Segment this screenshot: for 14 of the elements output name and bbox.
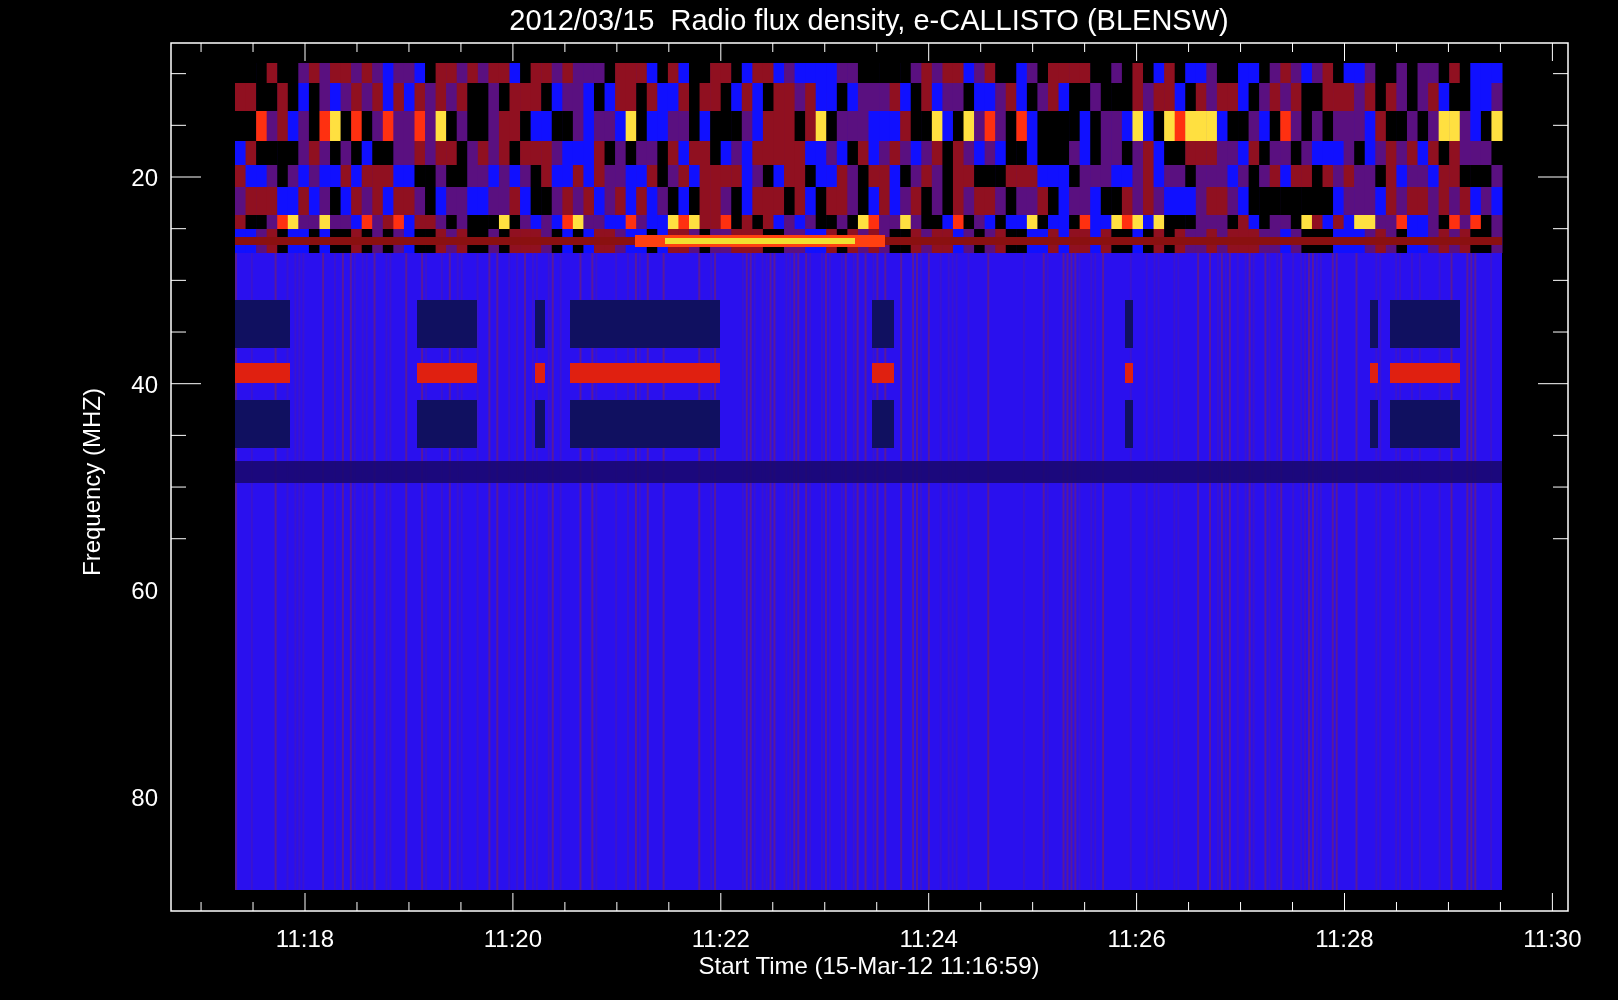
x-tick-label: 11:26 bbox=[1107, 925, 1166, 952]
x-tick-label: 11:20 bbox=[483, 925, 543, 952]
chart-title: 2012/03/15 Radio flux density, e-CALLISTO (BLENSW) bbox=[509, 4, 1229, 36]
x-tick-label: 11:24 bbox=[899, 925, 958, 952]
x-tick-label: 11:30 bbox=[1523, 925, 1582, 952]
y-tick-label: 60 bbox=[131, 577, 158, 605]
x-tick-label: 11:28 bbox=[1315, 925, 1374, 952]
y-axis-label: Frequency (MHZ) bbox=[78, 388, 105, 576]
y-tick-label: 40 bbox=[131, 370, 158, 398]
x-tick-label: 11:22 bbox=[691, 925, 750, 952]
y-tick-label: 20 bbox=[131, 164, 158, 191]
x-tick-label: 11:18 bbox=[275, 925, 335, 952]
y-tick-label: 80 bbox=[131, 784, 158, 812]
x-axis-label: Start Time (15-Mar-12 11:16:59) bbox=[698, 952, 1040, 979]
